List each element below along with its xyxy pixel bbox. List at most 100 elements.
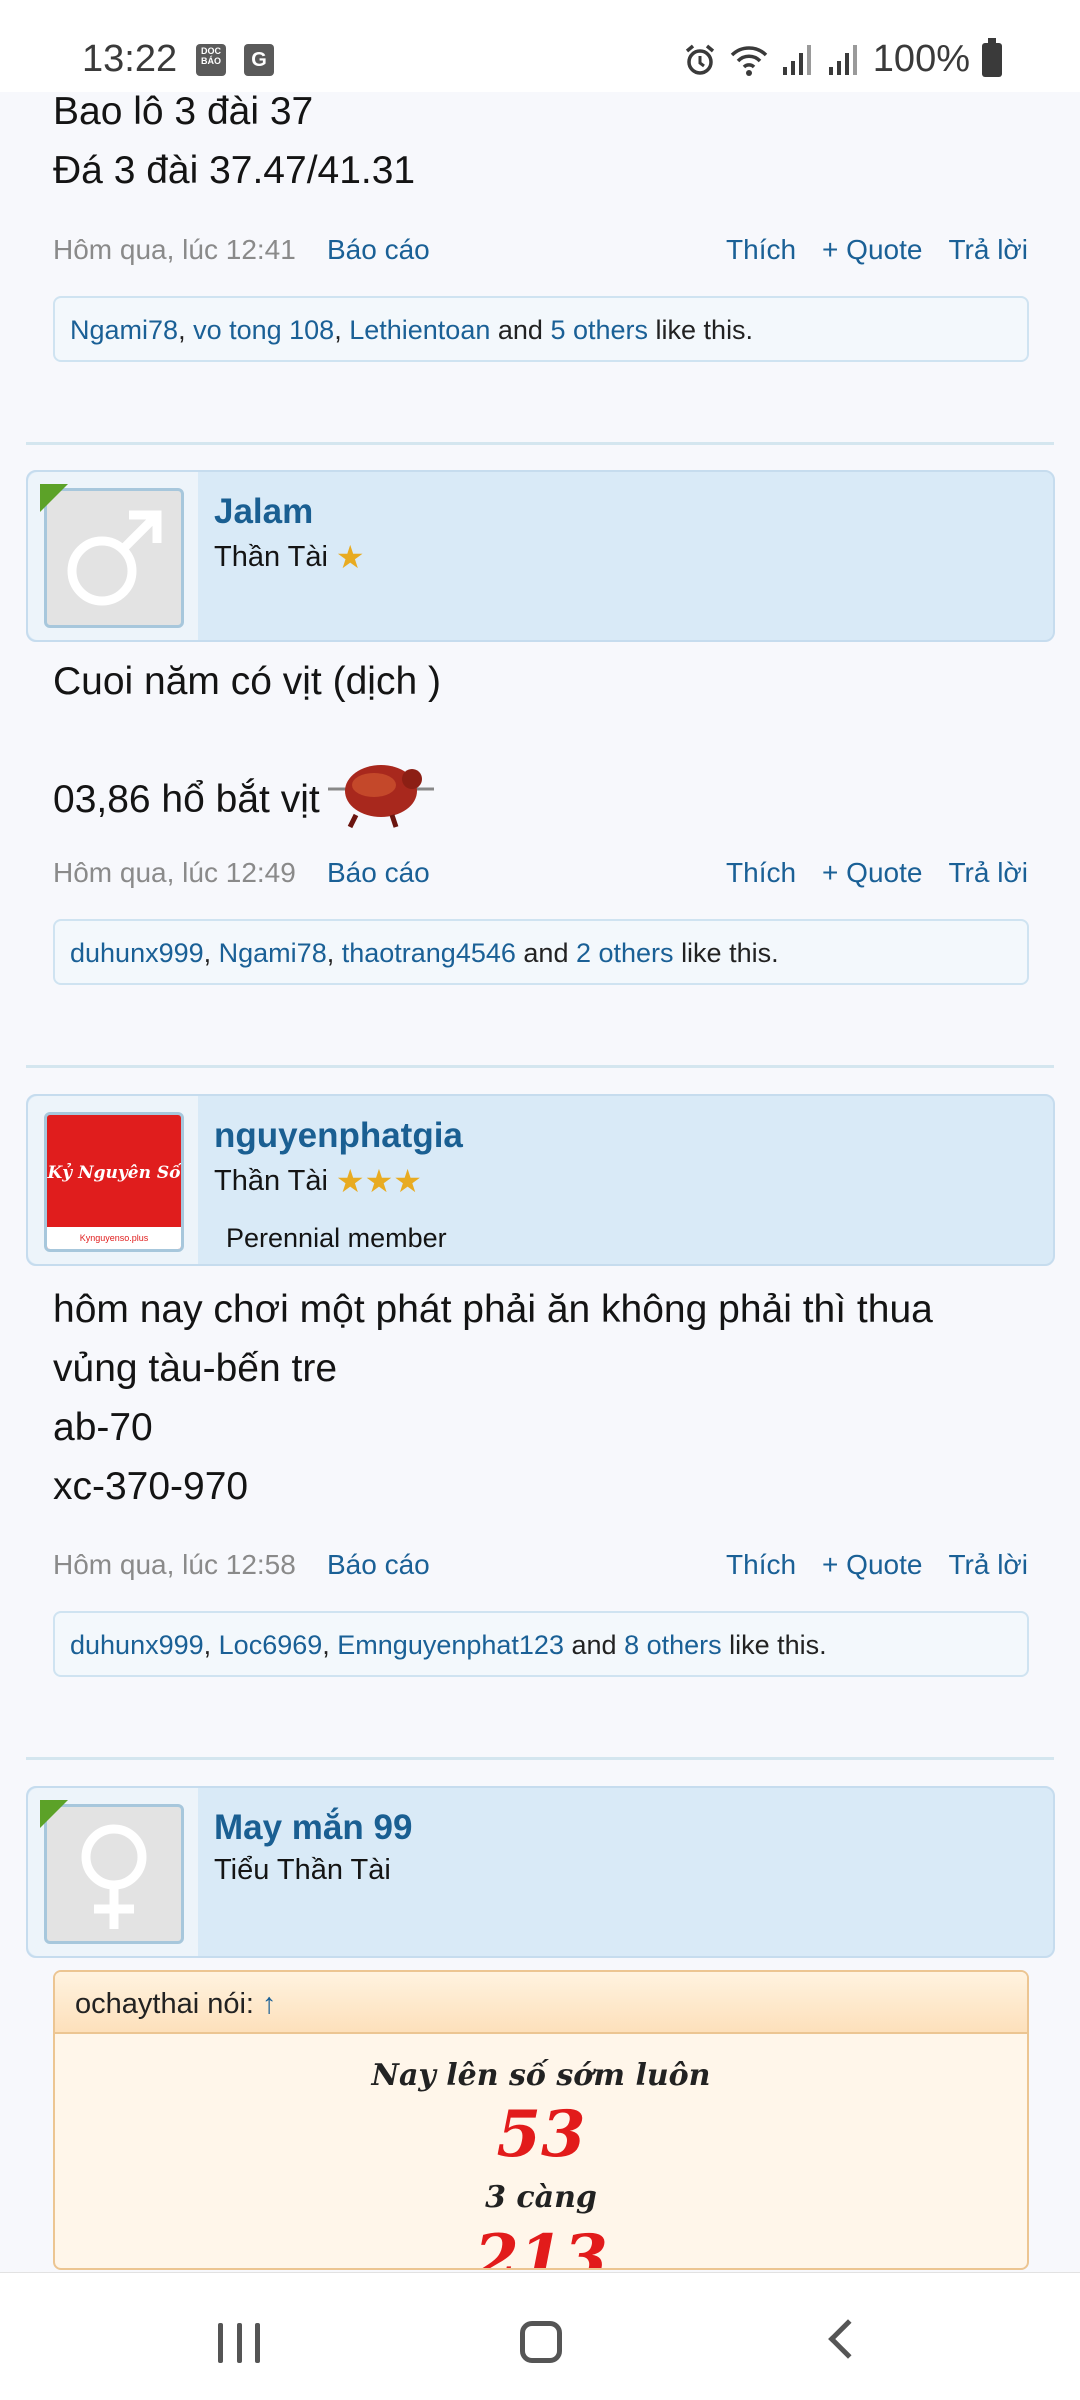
user-title: Thần Tài ★ [214,538,365,576]
post-actions: Thích + Quote Trả lời [726,234,1028,266]
battery-icon [982,37,1002,77]
translate-app-icon: G [244,44,274,76]
post4-userbox: May mắn 99 Tiểu Thần Tài [26,1786,1055,1958]
signal-icon [782,44,811,75]
likes-and: and [571,1630,617,1660]
back-icon[interactable] [828,2319,868,2359]
signal-icon [828,44,857,75]
reply-link[interactable]: Trả lời [948,857,1028,889]
liker-link[interactable]: duhunx999 [70,1630,204,1660]
report-link[interactable]: Báo cáo [327,234,430,266]
star-icon: ★ [335,539,365,575]
username-link[interactable]: Jalam [214,492,313,532]
like-link[interactable]: Thích [726,1549,796,1581]
user-rank: Thần Tài [214,540,328,573]
quote-line: 3 càng [485,2180,597,2215]
post3-message: hôm nay chơi một phát phải ăn không phải… [0,1280,973,1516]
system-navigation-bar [0,2272,1080,2400]
likes-summary: Ngami78, vo tong 108, Lethientoan and 5 … [53,296,1029,362]
post2-message: Cuoi năm có vịt (dịch ) 03,86 hổ bắt vịt [0,652,481,837]
others-link[interactable]: 8 others [624,1630,722,1660]
user-title: Thần Tài ★★★ [214,1162,422,1200]
post-divider [26,1757,1054,1760]
liker-link[interactable]: Lethientoan [349,315,490,345]
post2-userbox: Jalam Thần Tài ★ [26,470,1055,642]
status-time: 13:22 [82,38,178,80]
post3-line: xc-370-970 [53,1465,249,1508]
wifi-icon [730,45,768,76]
username-link[interactable]: May mắn 99 [214,1808,412,1848]
avatar-container [28,472,198,640]
post1-message: Bao lô 3 đài 37 Đá 3 đài 37.47/41.31 [0,92,455,200]
quote-header: ochaythai nói: ↑ [55,1972,1027,2034]
likes-summary: duhunx999, Loc6969, Emnguyenphat123 and … [53,1611,1029,1677]
report-link[interactable]: Báo cáo [327,857,430,889]
quote-author: ochaythai nói: [75,1988,254,2020]
liker-link[interactable]: Loc6969 [219,1630,323,1660]
avatar[interactable]: Kỷ Nguyên Số Kynguyenso.plus [44,1112,184,1252]
quote-number: 213 [474,2221,608,2270]
thread-content: Bao lô 3 đài 37 Đá 3 đài 37.47/41.31 Hôm… [0,92,1080,2272]
recent-apps-icon[interactable] [218,2323,260,2363]
avatar-container [28,1788,198,1956]
liker-link[interactable]: thaotrang4546 [342,938,516,968]
avatar-container: Kỷ Nguyên Số Kynguyenso.plus [28,1096,198,1264]
post-actions: Thích + Quote Trả lời [726,857,1028,889]
quote-link[interactable]: + Quote [822,234,922,266]
battery-percent: 100% [872,38,970,80]
reply-link[interactable]: Trả lời [948,1549,1028,1581]
reply-link[interactable]: Trả lời [948,234,1028,266]
quote-link[interactable]: + Quote [822,857,922,889]
post1-line: Đá 3 đài 37.47/41.31 [53,149,416,192]
post3-line: ab-70 [53,1406,153,1449]
report-link[interactable]: Báo cáo [327,1549,430,1581]
alarm-icon [685,44,714,75]
like-link[interactable]: Thích [726,857,796,889]
home-icon[interactable] [520,2321,562,2363]
post2-line: 03,86 hổ bắt vịt [53,777,320,821]
username-link[interactable]: nguyenphatgia [214,1116,463,1156]
jump-to-quote-arrow-icon[interactable]: ↑ [262,1988,277,2020]
likes-summary: duhunx999, Ngami78, thaotrang4546 and 2 … [53,919,1029,985]
quote-line: Nay lên số sớm luôn [371,2058,711,2093]
post2-meta: Hôm qua, lúc 12:49 Báo cáo Thích + Quote… [53,857,1028,897]
likes-and: and [523,938,569,968]
post-divider [26,1065,1054,1068]
user-rank: Thần Tài [214,1164,328,1197]
avatar-logo-sub: Kynguyenso.plus [47,1227,181,1249]
liker-link[interactable]: vo tong 108 [193,315,334,345]
user-title: Tiểu Thần Tài [214,1854,391,1887]
likes-suffix: like this. [681,938,779,968]
post-date: Hôm qua, lúc 12:41 [53,234,296,265]
avatar-logo-text: Kỷ Nguyên Số [47,1163,181,1183]
post-actions: Thích + Quote Trả lời [726,1549,1028,1581]
liker-link[interactable]: Ngami78 [219,938,327,968]
post2-line-row: 03,86 hổ bắt vịt [53,761,441,837]
doc-bao-app-icon: DOC BÁO [196,44,226,76]
post-date: Hôm qua, lúc 12:49 [53,857,296,888]
post1-line: Bao lô 3 đài 37 [53,92,314,133]
star-icon: ★★★ [335,1163,422,1199]
likes-suffix: like this. [729,1630,827,1660]
liker-link[interactable]: duhunx999 [70,938,204,968]
quote-link[interactable]: + Quote [822,1549,922,1581]
others-link[interactable]: 5 others [550,315,648,345]
liker-link[interactable]: Emnguyenphat123 [337,1630,564,1660]
status-bar: 13:22 DOC BÁO G 100% [0,0,1080,92]
member-badge: Perennial member [226,1223,447,1253]
quote-number: 53 [496,2097,586,2172]
likes-suffix: like this. [655,315,754,345]
post-date: Hôm qua, lúc 12:58 [53,1549,296,1580]
like-link[interactable]: Thích [726,234,796,266]
post-divider [26,442,1054,445]
post3-line: hôm nay chơi một phát phải ăn không phải… [53,1288,933,1331]
online-indicator [40,1800,68,1828]
quote-body: Nay lên số sớm luôn 53 3 càng 213 [55,2058,1027,2270]
user-rank: Tiểu Thần Tài [214,1854,391,1886]
post3-userbox: Kỷ Nguyên Số Kynguyenso.plus nguyenphatg… [26,1094,1055,1266]
others-link[interactable]: 2 others [576,938,674,968]
liker-link[interactable]: Ngami78 [70,315,178,345]
post3-line: vủng tàu-bến tre [53,1347,338,1390]
online-indicator [40,484,68,512]
post2-line: Cuoi năm có vịt (dịch ) [53,660,441,703]
